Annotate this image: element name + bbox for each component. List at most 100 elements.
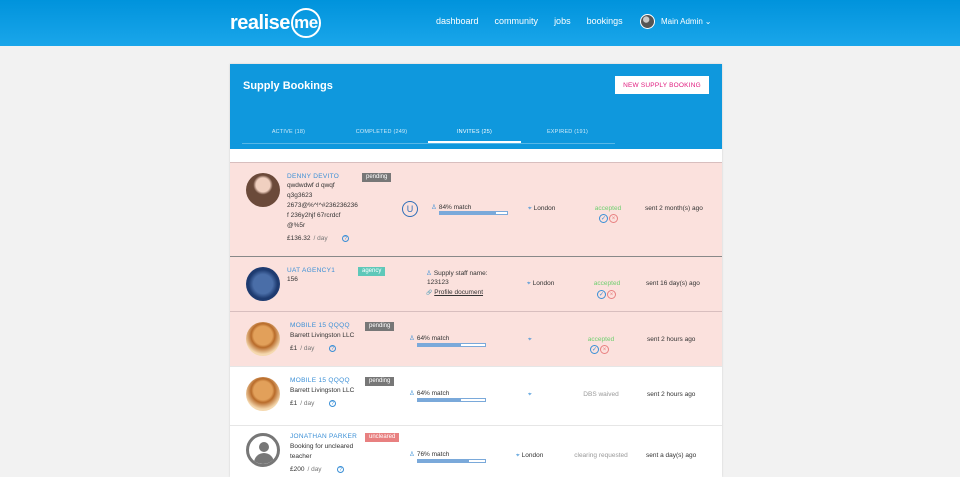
location-pin-icon: ⌖ [527,280,531,287]
booking-description: Booking for uncleared teacher [290,442,353,462]
question-icon[interactable]: ? [342,235,349,242]
supply-bookings-panel: Supply Bookings NEW SUPPLY BOOKING ACTIV… [230,64,722,477]
rate-value: £1 [290,345,298,352]
table-row[interactable]: JONATHAN PARKER uncleared Booking for un… [230,425,722,477]
match-label: 64% match [416,390,450,397]
question-icon[interactable]: ? [337,466,344,473]
accept-decline-actions: ✓ × [597,290,616,299]
logo-me: me [290,8,321,38]
location-pin-icon: ⌖ [528,336,532,343]
question-icon[interactable]: ? [329,400,336,407]
table-row[interactable]: UAT AGENCY1 agency 156 ♙ Supply staff nam… [230,256,722,311]
tab-active[interactable]: ACTIVE (18) [242,124,335,143]
panel-header: Supply Bookings NEW SUPPLY BOOKING ACTIV… [230,64,722,149]
description-line: qwdwdwf d qwqf [287,182,335,189]
candidate-name[interactable]: DENNY DEVITO [287,173,339,180]
candidate-name[interactable]: MOBILE 15 QQQQ [290,377,350,384]
table-row[interactable]: MOBILE 15 QQQQ pending Barrett Livingsto… [230,366,722,425]
profile-document-link[interactable]: Profile document [434,289,483,296]
user-name: Main Admin [661,17,703,26]
description-line: teacher [290,453,312,460]
person-icon: ♙ [426,270,432,277]
status-badge: agency [358,267,386,276]
location-pin-icon: ⌖ [528,205,532,212]
rate-unit: / day [300,345,315,352]
accept-decline-actions: ✓ × [599,214,618,223]
location-pin-icon: ⌖ [528,391,532,398]
close-icon[interactable]: × [609,214,618,223]
table-row[interactable]: MOBILE 15 QQQQ pending Barrett Livingsto… [230,311,722,366]
match-bar-fill [418,460,469,462]
status-badge: pending [365,377,395,386]
link-icon: 🔗 [426,290,433,296]
close-icon[interactable]: × [607,290,616,299]
candidate-name[interactable]: MOBILE 15 QQQQ [290,322,350,329]
description-line: 2673@%^!^#236236236 [287,202,358,209]
avatar [246,433,280,467]
user-avatar [640,14,655,29]
rate: £1/ day [290,345,314,352]
table-row[interactable]: DENNY DEVITO pending qwdwdwf d qwqf q3g3… [230,162,722,256]
sent-time: sent 16 day(s) ago [646,280,700,287]
location-label: London [533,205,556,212]
person-icon: ♙ [409,451,415,458]
booking-description: Barrett Livingston LLC [290,387,355,394]
avatar [246,377,280,411]
nav-jobs[interactable]: jobs [554,16,571,26]
status-badge: pending [365,322,395,331]
status-badge: uncleared [365,433,400,442]
user-menu[interactable]: Main Admin ⌄ [640,14,712,29]
profile-document[interactable]: 🔗 Profile document [426,289,483,296]
invite-status: clearing requested [574,452,628,459]
tab-invites[interactable]: INVITES (25) [428,124,521,143]
check-icon[interactable]: ✓ [590,345,599,354]
question-icon[interactable]: ? [329,345,336,352]
location-label: London [532,280,555,287]
logo[interactable]: realise me [230,8,321,38]
rate-value: £1 [290,400,298,407]
nav-community[interactable]: community [495,16,539,26]
match-bar [417,343,486,347]
close-icon[interactable]: × [600,345,609,354]
page-title: Supply Bookings [243,80,333,92]
location: ⌖ London [516,452,543,460]
invite-status: accepted [587,336,615,343]
candidate-name[interactable]: UAT AGENCY1 [287,267,335,274]
rate-unit: / day [313,235,328,242]
person-icon: ♙ [431,204,437,211]
rate-unit: / day [300,400,315,407]
avatar [246,173,280,207]
nav-bookings[interactable]: bookings [587,16,623,26]
rate-value: £136.32 [287,235,311,242]
rate: £136.32/ day [287,235,328,242]
candidate-name[interactable]: JONATHAN PARKER [290,433,357,440]
rate-value: £200 [290,466,305,473]
u-icon[interactable]: U [402,201,418,217]
location: ⌖ [528,391,534,399]
booking-description: Barrett Livingston LLC [290,332,355,339]
sent-time: sent a day(s) ago [646,452,697,459]
sent-time: sent 2 hours ago [647,391,696,398]
invite-status: accepted [594,205,622,212]
staff-label: Supply staff name: [433,270,488,277]
sent-time: sent 2 hours ago [647,336,696,343]
nav-dashboard[interactable]: dashboard [436,16,479,26]
top-nav: realise me dashboard community jobs book… [0,0,960,46]
tab-completed[interactable]: COMPLETED (249) [335,124,428,143]
rate: £1/ day [290,400,314,407]
description-line: Booking for uncleared [290,443,354,450]
accept-decline-actions: ✓ × [590,345,609,354]
location-label: London [521,452,544,459]
match-score: ♙ 76% match [409,450,449,458]
match-score: ♙ 64% match [409,334,449,342]
default-avatar-body [254,453,274,464]
description-line: @%5r [287,222,306,229]
check-icon[interactable]: ✓ [599,214,608,223]
match-label: 84% match [438,204,472,211]
tab-expired[interactable]: EXPIRED (191) [521,124,614,143]
location: ⌖ London [528,205,555,213]
match-label: 76% match [416,451,450,458]
new-supply-booking-button[interactable]: NEW SUPPLY BOOKING [615,76,709,94]
avatar [246,267,280,301]
check-icon[interactable]: ✓ [597,290,606,299]
